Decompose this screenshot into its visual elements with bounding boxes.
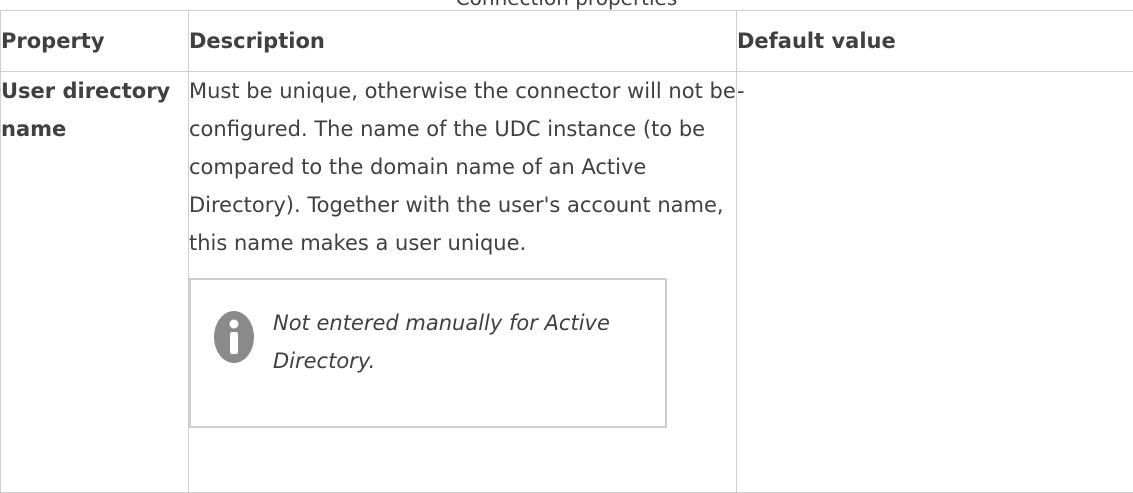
description-cell: Must be unique, otherwise the connector … [189, 72, 737, 493]
note-text: Not entered manually for Active Director… [273, 304, 633, 380]
property-name-cell: User directory name [1, 72, 189, 493]
table-row: User directory name Must be unique, othe… [1, 72, 1133, 493]
column-header-property: Property [1, 11, 189, 72]
note-box: Not entered manually for Active Director… [189, 278, 667, 428]
column-header-description: Description [189, 11, 737, 72]
connection-properties-table: Property Description Default value User … [0, 10, 1133, 493]
info-icon [213, 310, 255, 364]
column-header-default-value: Default value [737, 11, 1133, 72]
table-header-row: Property Description Default value [1, 11, 1133, 72]
description-text: Must be unique, otherwise the connector … [189, 72, 736, 262]
table-caption: Connection properties [0, 0, 1133, 10]
default-value-cell: - [737, 72, 1133, 493]
